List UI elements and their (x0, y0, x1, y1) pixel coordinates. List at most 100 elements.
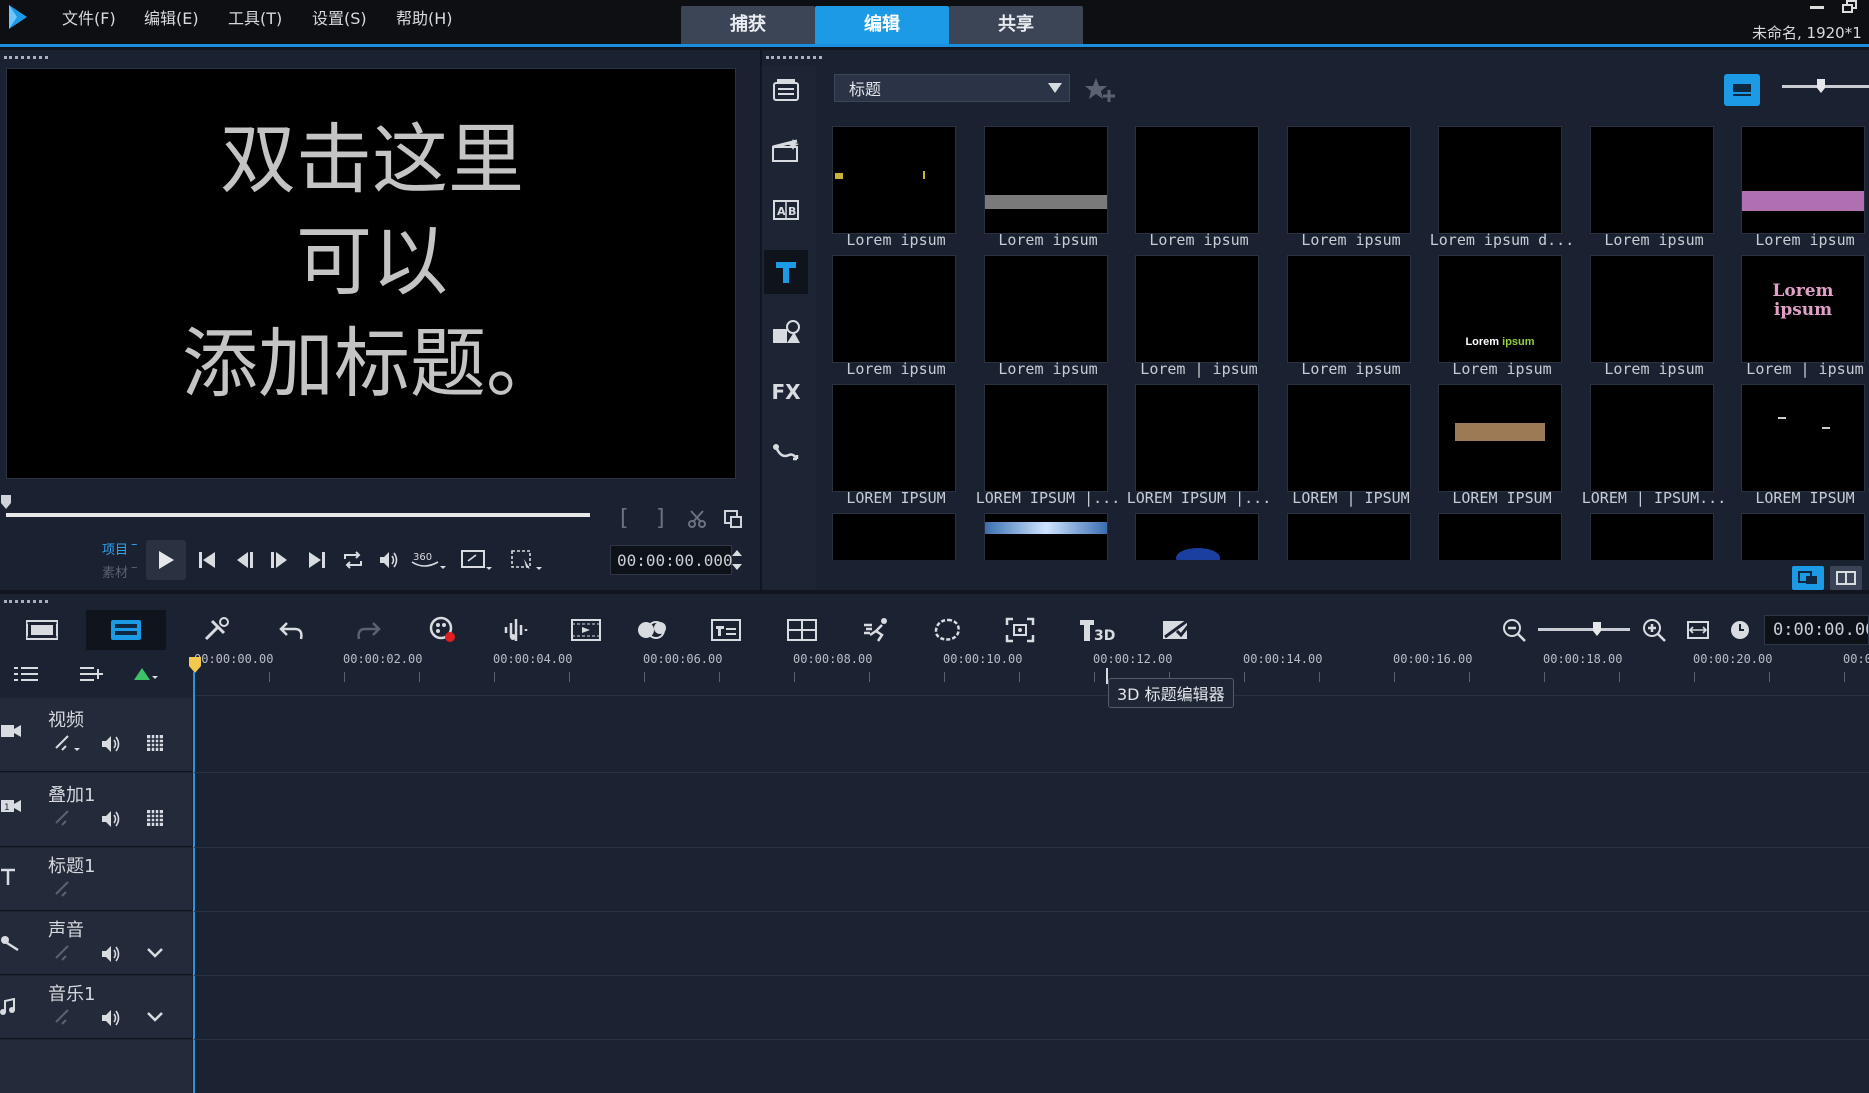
pan-zoom-icon[interactable] (1000, 610, 1040, 650)
thumbnail-item[interactable]: LOREM IPSUM |... (1123, 374, 1271, 507)
menu-settings[interactable]: 设置(S) (312, 5, 367, 29)
thumbnail-item[interactable]: LOREM IPSUM (820, 374, 964, 507)
timeline-view-button[interactable] (86, 610, 166, 650)
minimize-icon[interactable] (1810, 6, 1824, 9)
thumbnail-item[interactable]: Lorem ipsum d... (1426, 116, 1574, 249)
list-view-toggle[interactable] (1724, 74, 1760, 106)
preview-screen[interactable]: 双击这里 可以 添加标题。 (6, 68, 736, 479)
mark-out-icon[interactable]: ] (656, 506, 665, 531)
thumbnail-item[interactable]: Lorem ipsum (1275, 116, 1419, 249)
timeline-track-music[interactable] (194, 976, 1869, 1040)
thumbnail-item[interactable] (1729, 503, 1869, 560)
thumbnail-item[interactable]: Lorem ipsum (972, 245, 1116, 378)
timecode-stepper[interactable] (730, 545, 744, 575)
view-360-icon[interactable]: 360 (410, 548, 446, 572)
volume-icon[interactable] (378, 550, 400, 570)
motion-tracking-icon[interactable] (632, 610, 672, 650)
thumbnail-item[interactable] (1123, 503, 1267, 560)
scrubber-handle[interactable] (0, 494, 12, 510)
timeline-grip[interactable] (4, 600, 48, 603)
path-motion-icon[interactable] (764, 430, 808, 474)
title-library-icon[interactable] (764, 250, 808, 294)
undo-icon[interactable] (272, 610, 312, 650)
library-grip[interactable] (766, 56, 822, 59)
thumbnail-item[interactable] (1275, 503, 1419, 560)
mark-in-icon[interactable]: [ (620, 506, 629, 531)
thumbnail-item[interactable]: Lorem ipsum (1275, 245, 1419, 378)
enlarge-preview-icon[interactable] (722, 508, 744, 530)
menu-tools[interactable]: 工具(T) (228, 5, 282, 29)
thumbnail-item[interactable] (820, 503, 964, 560)
filter-fx-icon[interactable]: FX (764, 370, 808, 414)
record-capture-icon[interactable] (424, 610, 464, 650)
timeline-track-voice[interactable] (194, 912, 1869, 976)
multi-camera-icon[interactable] (782, 610, 822, 650)
storyboard-view-icon[interactable] (22, 610, 62, 650)
thumbnail-item[interactable]: LOREM | IPSUM... (1578, 374, 1726, 507)
timeline-track-title[interactable] (194, 848, 1869, 912)
checkerboard-icon[interactable] (146, 734, 164, 752)
link-icon[interactable] (54, 880, 74, 900)
track-manager-icon[interactable] (12, 664, 40, 684)
thumbnail-item[interactable]: LOREM | IPSUM (1275, 374, 1419, 507)
thumbnail-item[interactable]: LOREM IPSUM (1729, 374, 1869, 507)
time-remapping-icon[interactable] (858, 610, 898, 650)
zoom-in-icon[interactable] (1634, 610, 1674, 650)
track-header-overlay[interactable]: 1 叠加1 (0, 773, 192, 847)
thumbnail-size-handle[interactable] (1816, 78, 1826, 94)
previous-frame-icon[interactable] (236, 551, 254, 569)
expand-chevron-icon[interactable] (146, 1010, 164, 1024)
speaker-icon[interactable] (100, 944, 122, 964)
timeline-track-video[interactable] (194, 697, 1869, 773)
fit-project-icon[interactable] (1678, 610, 1718, 650)
clip-mode-label[interactable]: 素材 (102, 562, 128, 581)
instant-project-icon[interactable] (764, 128, 808, 172)
menu-help[interactable]: 帮助(H) (396, 5, 453, 29)
options-panel-view-button[interactable] (1830, 566, 1862, 590)
thumbnail-item[interactable]: Lorem ipsum Lorem ipsum (1426, 245, 1570, 378)
thumbnail-item[interactable]: Lorem ipsum (1578, 116, 1722, 249)
3d-title-editor-icon[interactable]: 3D (1076, 610, 1120, 650)
tab-share[interactable]: 共享 (949, 6, 1083, 44)
sound-mixer-icon[interactable] (498, 610, 538, 650)
project-mode-label[interactable]: 项目 (102, 539, 128, 558)
preview-timecode[interactable]: 00:00:00.000 (610, 545, 733, 575)
thumbnail-item[interactable] (1426, 503, 1570, 560)
track-header-video[interactable]: 视频 (0, 698, 192, 772)
thumbnail-item[interactable]: LOREM IPSUM (1426, 374, 1570, 507)
menu-edit[interactable]: 编辑(E) (144, 5, 199, 29)
thumbnail-item[interactable] (1578, 503, 1722, 560)
timeline-timecode[interactable]: 0:00:00.00 (1764, 615, 1869, 645)
thumbnail-item[interactable] (972, 503, 1116, 560)
tools-icon[interactable] (196, 610, 236, 650)
timeline-track-overlay[interactable] (194, 773, 1869, 848)
redo-icon[interactable] (348, 610, 388, 650)
track-header-music[interactable]: 音乐1 (0, 976, 192, 1039)
crop-tool-icon[interactable] (510, 549, 544, 573)
ripple-edit-icon[interactable] (132, 664, 160, 684)
go-to-start-icon[interactable] (198, 551, 216, 569)
thumbnail-item[interactable]: Lorem ipsum (1123, 116, 1267, 249)
link-icon[interactable] (54, 944, 74, 964)
mask-creator-icon[interactable] (928, 610, 968, 650)
track-header-voice[interactable]: 声音 (0, 912, 192, 975)
tab-edit[interactable]: 编辑 (815, 6, 949, 44)
playhead-icon[interactable] (188, 656, 202, 674)
speaker-icon[interactable] (100, 809, 122, 829)
link-icon[interactable] (54, 809, 74, 829)
aspect-ratio-icon[interactable] (460, 549, 494, 573)
restore-icon[interactable] (1842, 0, 1858, 14)
link-icon[interactable] (54, 1008, 74, 1028)
track-header-title[interactable]: 标题1 (0, 848, 192, 911)
play-button[interactable] (146, 540, 186, 580)
tab-capture[interactable]: 捕获 (681, 6, 815, 44)
transition-icon[interactable]: AB (764, 188, 808, 232)
media-library-icon[interactable] (764, 68, 808, 112)
thumbnail-item[interactable]: LOREM IPSUM |... (972, 374, 1120, 507)
thumbnail-item[interactable]: Lorem ipsum (820, 245, 964, 378)
auto-music-icon[interactable] (566, 610, 606, 650)
link-icon[interactable] (54, 734, 80, 754)
thumbnail-item[interactable]: Lorem ipsum Lorem | ipsum (1729, 245, 1869, 378)
library-panel-view-button[interactable] (1792, 566, 1824, 590)
menu-file[interactable]: 文件(F) (62, 5, 116, 29)
